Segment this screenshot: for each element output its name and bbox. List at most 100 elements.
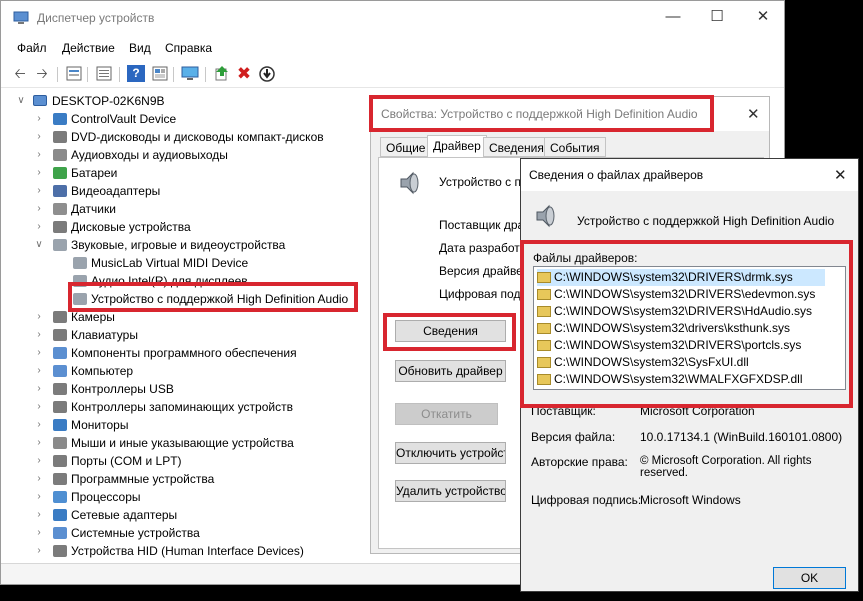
expand-icon[interactable]: › <box>34 308 44 326</box>
expand-icon[interactable]: › <box>34 326 44 344</box>
device-category-icon <box>53 311 67 323</box>
version-label: Версия драйвер <box>439 264 530 278</box>
tab-details[interactable]: Сведения <box>483 137 550 157</box>
computer-icon <box>33 95 47 106</box>
expand-icon[interactable]: › <box>34 218 44 236</box>
expand-icon[interactable]: › <box>34 182 44 200</box>
collapse-icon[interactable]: ∨ <box>34 236 44 254</box>
collapse-icon[interactable]: ∨ <box>16 92 26 110</box>
tree-item-label: Контроллеры запоминающих устройств <box>71 400 293 414</box>
show-hidden-icon[interactable] <box>95 65 113 82</box>
tree-item-label: Звуковые, игровые и видеоустройства <box>71 238 286 252</box>
tree-item-label: Батареи <box>71 166 118 180</box>
disable-device-button[interactable]: Отключить устройство <box>395 442 506 464</box>
device-category-icon <box>53 221 67 233</box>
view-icon[interactable] <box>151 65 169 82</box>
tree-item-label: Системные устройства <box>71 526 200 540</box>
device-category-icon <box>53 401 67 413</box>
menu-file[interactable]: Файл <box>17 41 47 55</box>
menu-view[interactable]: Вид <box>129 41 151 55</box>
driver-files-title-bar[interactable]: Сведения о файлах драйверов ✕ <box>521 159 858 191</box>
device-category-icon <box>53 383 67 395</box>
highlight-properties-title <box>369 95 714 132</box>
expand-icon[interactable]: › <box>34 110 44 128</box>
device-category-icon <box>53 329 67 341</box>
expand-icon[interactable]: › <box>34 434 44 452</box>
update-driver-icon[interactable] <box>213 65 231 82</box>
tree-item-label: MusicLab Virtual MIDI Device <box>91 256 249 270</box>
files-device-name: Устройство с поддержкой High Definition … <box>577 214 835 228</box>
close-icon[interactable]: ✕ <box>834 166 847 184</box>
expand-icon[interactable]: › <box>34 344 44 362</box>
menu-help[interactable]: Справка <box>165 41 212 55</box>
title-bar[interactable]: Диспетчер устройств — ☐ ✕ <box>1 1 784 35</box>
copyright-value: © Microsoft Corporation. All rights rese… <box>640 455 812 479</box>
properties-icon[interactable] <box>65 65 83 82</box>
rollback-driver-button[interactable]: Откатить <box>395 403 498 425</box>
tree-root-label: DESKTOP-02K6N9B <box>52 94 165 108</box>
tree-item-label: Процессоры <box>71 490 141 504</box>
tree-item-label: Дисковые устройства <box>71 220 191 234</box>
device-category-icon <box>53 203 67 215</box>
tree-item-label: Устройства HID (Human Interface Devices) <box>71 544 304 558</box>
expand-icon[interactable]: › <box>34 128 44 146</box>
tree-item-label: ControlVault Device <box>71 112 177 126</box>
copyright-label: Авторские права: <box>531 455 628 469</box>
minimize-icon[interactable]: — <box>661 7 685 27</box>
device-category-icon <box>53 419 67 431</box>
device-name: Устройство с п <box>439 175 521 189</box>
expand-icon[interactable]: › <box>34 380 44 398</box>
forward-icon[interactable]: 🡢 <box>33 65 51 82</box>
tree-item-label: Компоненты программного обеспечения <box>71 346 297 360</box>
digital-signature-label: Цифровая подпись: <box>531 493 642 507</box>
uninstall-device-button[interactable]: Удалить устройство <box>395 480 506 502</box>
remove-icon[interactable]: ✖ <box>235 65 253 82</box>
download-icon[interactable] <box>258 65 276 82</box>
monitor-icon[interactable] <box>181 65 199 82</box>
window-title: Диспетчер устройств <box>37 11 155 25</box>
speaker-icon <box>73 257 87 269</box>
device-category-icon <box>53 239 67 251</box>
device-category-icon <box>53 437 67 449</box>
file-version-value: 10.0.17134.1 (WinBuild.160101.0800) <box>640 430 843 444</box>
ok-button[interactable]: OK <box>773 567 846 589</box>
highlight-details-button <box>383 313 516 351</box>
update-driver-button[interactable]: Обновить драйвер <box>395 360 506 382</box>
close-icon[interactable]: ✕ <box>747 105 760 123</box>
tree-item-label: Компьютер <box>71 364 134 378</box>
close-icon[interactable]: ✕ <box>751 7 775 27</box>
expand-icon[interactable]: › <box>34 542 44 560</box>
tab-events[interactable]: События <box>544 137 606 157</box>
expand-icon[interactable]: › <box>34 470 44 488</box>
tree-item-label: Контроллеры USB <box>71 382 174 396</box>
expand-icon[interactable]: › <box>34 506 44 524</box>
speaker-icon <box>400 171 419 195</box>
tab-general[interactable]: Общие <box>380 137 432 157</box>
expand-icon[interactable]: › <box>34 200 44 218</box>
maximize-icon[interactable]: ☐ <box>705 7 729 27</box>
tree-item-label: Аудиовходы и аудиовыходы <box>71 148 228 162</box>
expand-icon[interactable]: › <box>34 452 44 470</box>
expand-icon[interactable]: › <box>34 398 44 416</box>
expand-icon[interactable]: › <box>34 488 44 506</box>
menu-action[interactable]: Действие <box>62 41 115 55</box>
device-category-icon <box>53 473 67 485</box>
back-icon[interactable]: 🡠 <box>11 65 29 82</box>
expand-icon[interactable]: › <box>34 416 44 434</box>
device-category-icon <box>53 509 67 521</box>
expand-icon[interactable]: › <box>34 524 44 542</box>
tab-driver[interactable]: Драйвер <box>427 135 487 158</box>
tree-item-label: Мониторы <box>71 418 129 432</box>
expand-icon[interactable]: › <box>34 146 44 164</box>
tree-item-label: Клавиатуры <box>71 328 138 342</box>
device-category-icon <box>53 113 67 125</box>
expand-icon[interactable]: › <box>34 164 44 182</box>
tree-item-label: Сетевые адаптеры <box>71 508 178 522</box>
help-icon[interactable]: ? <box>127 65 145 82</box>
tree-item-label: Видеоадаптеры <box>71 184 161 198</box>
expand-icon[interactable]: › <box>34 362 44 380</box>
device-category-icon <box>53 347 67 359</box>
tree-item-label: Порты (COM и LPT) <box>71 454 182 468</box>
highlight-device-item <box>68 282 358 312</box>
tree-item-label: Датчики <box>71 202 116 216</box>
